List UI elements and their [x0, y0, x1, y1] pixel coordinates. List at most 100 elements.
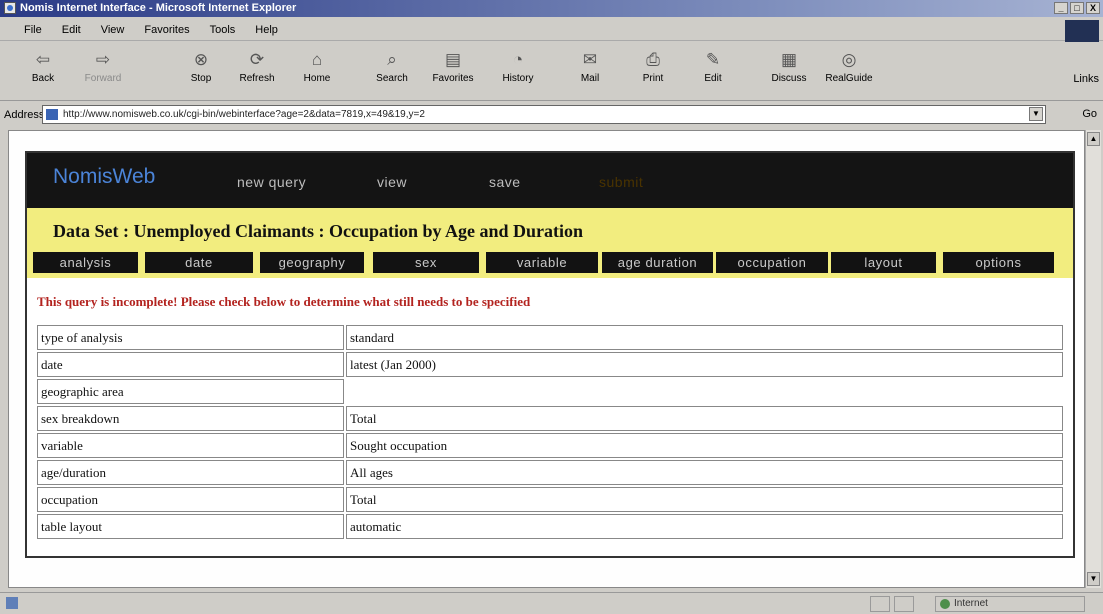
- address-url: http://www.nomisweb.co.uk/cgi-bin/webint…: [63, 109, 425, 120]
- address-input[interactable]: http://www.nomisweb.co.uk/cgi-bin/webint…: [42, 105, 1046, 124]
- discuss-icon: ▦: [780, 50, 798, 69]
- go-button[interactable]: Go: [1082, 108, 1097, 120]
- close-button[interactable]: X: [1086, 2, 1100, 14]
- search-icon: ⌕: [387, 50, 397, 69]
- back-arrow-icon: ⇦: [35, 50, 51, 69]
- back-button[interactable]: ⇦ Back: [18, 47, 68, 84]
- history-icon: ◔: [512, 50, 524, 69]
- row-value: All ages: [346, 460, 1063, 485]
- nomis-header: NomisWeb new query view save submit: [27, 153, 1073, 208]
- window-controls: _ □ X: [1054, 2, 1100, 14]
- table-row: date latest (Jan 2000): [37, 352, 1063, 377]
- row-label: sex breakdown: [37, 406, 344, 431]
- realguide-button[interactable]: ◎ RealGuide: [824, 47, 874, 84]
- tab-age-duration[interactable]: age duration: [602, 252, 713, 273]
- menu-favorites[interactable]: Favorites: [144, 24, 189, 36]
- tab-occupation[interactable]: occupation: [716, 252, 828, 273]
- row-value: Total: [346, 487, 1063, 512]
- menu-view[interactable]: View: [101, 24, 125, 36]
- minimize-button[interactable]: _: [1054, 2, 1068, 14]
- nav-save[interactable]: save: [489, 174, 521, 190]
- home-button[interactable]: ⌂ Home: [292, 47, 342, 84]
- nav-view[interactable]: view: [377, 174, 407, 190]
- maximize-button[interactable]: □: [1070, 2, 1084, 14]
- menu-help[interactable]: Help: [255, 24, 278, 36]
- scroll-up-button[interactable]: ▲: [1087, 132, 1100, 146]
- favorites-icon: ▤: [444, 50, 462, 69]
- refresh-icon: ⟳: [249, 50, 265, 69]
- tab-geography[interactable]: geography: [260, 252, 364, 273]
- menu-file[interactable]: File: [24, 24, 42, 36]
- print-button[interactable]: ⎙ Print: [628, 47, 678, 84]
- home-icon: ⌂: [311, 50, 323, 69]
- forward-button[interactable]: ⇨ Forward: [78, 47, 128, 84]
- mail-icon: ✉: [582, 50, 598, 69]
- dataset-title: Data Set : Unemployed Claimants : Occupa…: [53, 221, 584, 241]
- ie-app-icon[interactable]: [4, 2, 16, 14]
- links-button[interactable]: Links: [1073, 73, 1099, 85]
- row-label: variable: [37, 433, 344, 458]
- browser-window: Nomis Internet Interface - Microsoft Int…: [0, 0, 1103, 614]
- stop-icon: ⊗: [193, 50, 209, 69]
- security-zone: Internet: [935, 596, 1085, 612]
- tab-variable[interactable]: variable: [486, 252, 598, 273]
- stop-button[interactable]: ⊗ Stop: [176, 47, 226, 84]
- tab-date[interactable]: date: [145, 252, 253, 273]
- row-value: [346, 379, 1063, 404]
- table-row: sex breakdown Total: [37, 406, 1063, 431]
- page-status-icon: [6, 597, 18, 609]
- vertical-scrollbar[interactable]: ▲ ▼: [1085, 130, 1101, 588]
- forward-arrow-icon: ⇨: [95, 50, 111, 69]
- address-dropdown-button[interactable]: ▼: [1029, 107, 1043, 121]
- tab-options[interactable]: options: [943, 252, 1054, 273]
- row-label: table layout: [37, 514, 344, 539]
- history-button[interactable]: ◔ History: [493, 47, 543, 84]
- table-row: geographic area: [37, 379, 1063, 404]
- scroll-down-button[interactable]: ▼: [1087, 572, 1100, 586]
- row-label: geographic area: [37, 379, 344, 404]
- tab-layout[interactable]: layout: [831, 252, 936, 273]
- table-row: variable Sought occupation: [37, 433, 1063, 458]
- discuss-button[interactable]: ▦ Discuss: [764, 47, 814, 84]
- query-summary-table: type of analysis standard date latest (J…: [35, 323, 1065, 541]
- table-row: age/duration All ages: [37, 460, 1063, 485]
- page-icon: [46, 109, 58, 120]
- title-bar: Nomis Internet Interface - Microsoft Int…: [0, 0, 1103, 17]
- address-bar: Address http://www.nomisweb.co.uk/cgi-bi…: [0, 104, 1103, 126]
- row-value: automatic: [346, 514, 1063, 539]
- row-value: Total: [346, 406, 1063, 431]
- address-label: Address: [4, 109, 45, 121]
- menu-tools[interactable]: Tools: [210, 24, 236, 36]
- tab-analysis[interactable]: analysis: [33, 252, 138, 273]
- row-value: Sought occupation: [346, 433, 1063, 458]
- realguide-icon: ◎: [841, 50, 857, 69]
- row-label: age/duration: [37, 460, 344, 485]
- zone-label: Internet: [954, 598, 988, 609]
- mail-button[interactable]: ✉ Mail: [565, 47, 615, 84]
- row-label: occupation: [37, 487, 344, 512]
- print-icon: ⎙: [646, 50, 660, 69]
- refresh-button[interactable]: ⟳ Refresh: [232, 47, 282, 84]
- globe-icon: [940, 599, 950, 609]
- nav-new-query[interactable]: new query: [237, 174, 306, 190]
- search-button[interactable]: ⌕ Search: [367, 47, 417, 84]
- row-label: date: [37, 352, 344, 377]
- ie-throbber-logo: [1065, 20, 1099, 42]
- incomplete-query-warning: This query is incomplete! Please check b…: [37, 294, 531, 309]
- favorites-button[interactable]: ▤ Favorites: [428, 47, 478, 84]
- tab-sex[interactable]: sex: [373, 252, 479, 273]
- nav-submit[interactable]: submit: [599, 174, 643, 190]
- row-value: standard: [346, 325, 1063, 350]
- edit-icon: ✎: [705, 50, 721, 69]
- menu-bar: File Edit View Favorites Tools Help: [0, 19, 1103, 41]
- nomisweb-logo[interactable]: NomisWeb: [53, 165, 155, 189]
- menu-edit[interactable]: Edit: [62, 24, 81, 36]
- edit-button[interactable]: ✎ Edit: [688, 47, 738, 84]
- nomis-frame: NomisWeb new query view save submit Data…: [25, 151, 1075, 558]
- toolbar: ⇦ Back ⇨ Forward ⊗ Stop ⟳ Refresh ⌂ Home…: [0, 43, 1103, 101]
- table-row: table layout automatic: [37, 514, 1063, 539]
- row-value: latest (Jan 2000): [346, 352, 1063, 377]
- dataset-bar: Data Set : Unemployed Claimants : Occupa…: [27, 208, 1073, 278]
- page-content: NomisWeb new query view save submit Data…: [8, 130, 1085, 588]
- status-pane: [894, 596, 914, 612]
